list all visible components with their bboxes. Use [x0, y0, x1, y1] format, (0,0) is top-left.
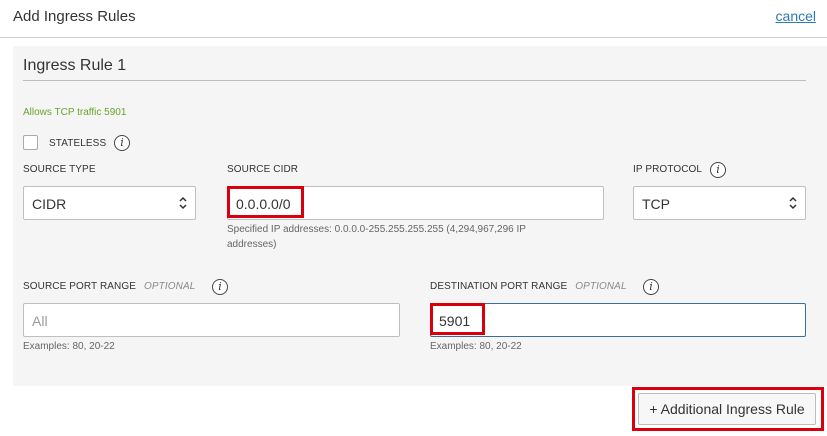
dialog-header: Add Ingress Rules cancel	[0, 0, 827, 38]
source-cidr-input[interactable]: 0.0.0.0/0	[227, 186, 604, 220]
rule-description: Allows TCP traffic 5901	[23, 107, 127, 118]
destination-port-range-input[interactable]: 5901	[430, 303, 806, 337]
dialog-title: Add Ingress Rules	[13, 8, 136, 25]
source-cidr-hint: Specified IP addresses: 0.0.0.0-255.255.…	[227, 222, 526, 252]
ingress-rule-panel: Ingress Rule 1 Allows TCP traffic 5901 S…	[13, 46, 827, 386]
chevron-updown-icon	[789, 196, 797, 210]
ip-protocol-label: IP PROTOCOL	[633, 164, 703, 175]
source-type-value: CIDR	[32, 196, 67, 212]
source-cidr-hint-line2: addresses)	[227, 239, 277, 250]
ip-protocol-info-icon[interactable]: i	[710, 162, 726, 178]
chevron-updown-icon	[179, 196, 187, 210]
rule-title: Ingress Rule 1	[23, 57, 127, 74]
source-type-select[interactable]: CIDR	[23, 186, 196, 220]
source-port-range-label: SOURCE PORT RANGE OPTIONAL	[23, 281, 195, 292]
destination-port-range-value: 5901	[439, 313, 471, 329]
destination-port-range-label: DESTINATION PORT RANGE OPTIONAL	[430, 281, 627, 292]
ip-protocol-select[interactable]: TCP	[633, 186, 806, 220]
additional-ingress-rule-button[interactable]: + Additional Ingress Rule	[638, 393, 816, 425]
stateless-info-icon[interactable]: i	[114, 135, 130, 151]
stateless-checkbox[interactable]	[23, 135, 38, 150]
ip-protocol-value: TCP	[642, 196, 670, 212]
source-type-label: SOURCE TYPE	[23, 164, 96, 175]
destination-port-hint: Examples: 80, 20-22	[430, 341, 522, 352]
stateless-label: STATELESS	[49, 138, 107, 149]
rule-divider	[23, 80, 806, 81]
source-port-info-icon[interactable]: i	[212, 279, 228, 295]
source-port-optional-tag: OPTIONAL	[144, 281, 196, 292]
destination-port-optional-tag: OPTIONAL	[575, 281, 627, 292]
source-port-range-placeholder: All	[32, 313, 48, 329]
source-cidr-label: SOURCE CIDR	[227, 164, 299, 175]
source-cidr-hint-line1: Specified IP addresses: 0.0.0.0-255.255.…	[227, 224, 526, 235]
source-cidr-value: 0.0.0.0/0	[236, 196, 291, 212]
cancel-link[interactable]: cancel	[776, 8, 816, 24]
destination-port-range-label-text: DESTINATION PORT RANGE	[430, 281, 568, 292]
source-port-hint: Examples: 80, 20-22	[23, 341, 115, 352]
source-port-range-label-text: SOURCE PORT RANGE	[23, 281, 137, 292]
destination-port-info-icon[interactable]: i	[643, 279, 659, 295]
source-port-range-input[interactable]: All	[23, 303, 400, 337]
